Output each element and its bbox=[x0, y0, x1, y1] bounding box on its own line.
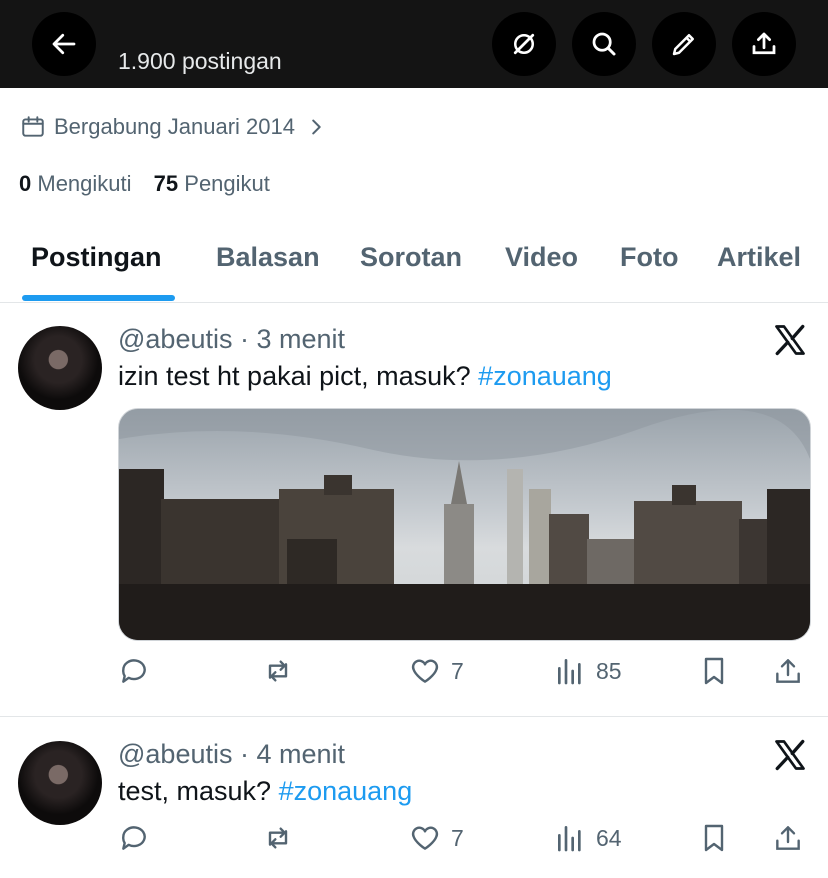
search-button[interactable] bbox=[572, 12, 636, 76]
share-icon bbox=[752, 32, 776, 55]
tab-postingan[interactable]: Postingan bbox=[31, 242, 162, 273]
joined-label: Bergabung Januari 2014 bbox=[54, 114, 295, 139]
x-logo-icon bbox=[775, 739, 805, 771]
post-image[interactable] bbox=[118, 408, 811, 641]
post-body: izin test ht pakai pict, masuk? bbox=[118, 361, 479, 391]
active-tab-indicator bbox=[22, 295, 175, 301]
profile-tabs: Postingan Balasan Sorotan Video Foto Art… bbox=[0, 222, 828, 303]
post-handle[interactable]: @abeutis bbox=[118, 739, 232, 769]
search-icon bbox=[592, 32, 616, 56]
post-text: izin test ht pakai pict, masuk? #zonauan… bbox=[118, 361, 612, 392]
followers-link[interactable]: 75 Pengikut bbox=[154, 171, 270, 196]
tab-sorotan[interactable]: Sorotan bbox=[360, 242, 462, 273]
post-handle[interactable]: @abeutis bbox=[118, 324, 232, 354]
like-button[interactable]: 7 bbox=[409, 822, 464, 854]
bookmark-icon bbox=[704, 657, 724, 685]
joined-date[interactable]: Bergabung Januari 2014 bbox=[20, 114, 335, 140]
analytics-icon bbox=[558, 826, 581, 852]
following-count: 0 bbox=[19, 171, 32, 196]
post-time: · 3 menit bbox=[240, 324, 346, 354]
heart-icon bbox=[411, 826, 439, 850]
grok-icon bbox=[513, 33, 535, 55]
reply-button[interactable] bbox=[118, 655, 150, 687]
back-button[interactable] bbox=[32, 12, 96, 76]
tab-balasan[interactable]: Balasan bbox=[216, 242, 320, 273]
back-arrow-icon bbox=[52, 33, 76, 55]
avatar[interactable] bbox=[18, 741, 102, 825]
x-logo-icon bbox=[775, 324, 805, 356]
bookmark-icon bbox=[704, 824, 724, 852]
avatar[interactable] bbox=[18, 326, 102, 410]
like-count: 7 bbox=[451, 657, 464, 684]
hashtag-link[interactable]: #zonauang bbox=[279, 776, 413, 806]
repost-icon bbox=[268, 660, 288, 682]
views-button[interactable]: 85 bbox=[554, 655, 622, 687]
share-post-button[interactable] bbox=[772, 822, 804, 854]
reply-button[interactable] bbox=[118, 822, 150, 854]
chevron-right-icon bbox=[312, 119, 321, 135]
like-button[interactable]: 7 bbox=[409, 655, 464, 687]
bookmark-button[interactable] bbox=[698, 822, 730, 854]
following-link[interactable]: 0 Mengikuti bbox=[19, 171, 132, 196]
calendar-icon bbox=[22, 116, 44, 137]
bookmark-button[interactable] bbox=[698, 655, 730, 687]
tab-video[interactable]: Video bbox=[505, 242, 578, 273]
post-divider bbox=[0, 716, 828, 717]
reply-icon bbox=[122, 826, 146, 850]
followers-count: 75 bbox=[153, 171, 179, 196]
view-count: 64 bbox=[596, 824, 622, 851]
edit-button[interactable] bbox=[652, 12, 716, 76]
post-handle-time: @abeutis · 3 menit bbox=[118, 324, 345, 355]
post-text: test, masuk? #zonauang bbox=[118, 776, 412, 807]
share-post-button[interactable] bbox=[772, 655, 804, 687]
share-icon bbox=[776, 826, 800, 850]
like-count: 7 bbox=[451, 824, 464, 851]
view-count: 85 bbox=[596, 657, 622, 684]
tab-artikel[interactable]: Artikel bbox=[717, 242, 801, 273]
views-button[interactable]: 64 bbox=[554, 822, 622, 854]
share-button[interactable] bbox=[732, 12, 796, 76]
edit-icon bbox=[672, 34, 694, 56]
post-body: test, masuk? bbox=[118, 776, 279, 806]
reply-icon bbox=[122, 659, 146, 683]
post-count: 1.900 postingan bbox=[118, 48, 282, 74]
grok-button[interactable] bbox=[492, 12, 556, 76]
share-icon bbox=[776, 659, 800, 683]
repost-button[interactable] bbox=[262, 655, 294, 687]
tab-foto[interactable]: Foto bbox=[620, 242, 678, 273]
analytics-icon bbox=[558, 659, 581, 685]
following-label: Mengikuti bbox=[37, 171, 132, 196]
top-bar: 1.900 postingan bbox=[0, 0, 828, 88]
post-handle-time: @abeutis · 4 menit bbox=[118, 739, 345, 770]
repost-icon bbox=[268, 827, 288, 849]
hashtag-link[interactable]: #zonauang bbox=[478, 361, 612, 391]
follow-stats: 0 Mengikuti 75 Pengikut bbox=[19, 171, 270, 197]
city-skyline-image bbox=[119, 409, 810, 640]
followers-label: Pengikut bbox=[184, 171, 270, 196]
repost-button[interactable] bbox=[262, 822, 294, 854]
post-time: · 4 menit bbox=[240, 739, 346, 769]
heart-icon bbox=[411, 659, 439, 683]
